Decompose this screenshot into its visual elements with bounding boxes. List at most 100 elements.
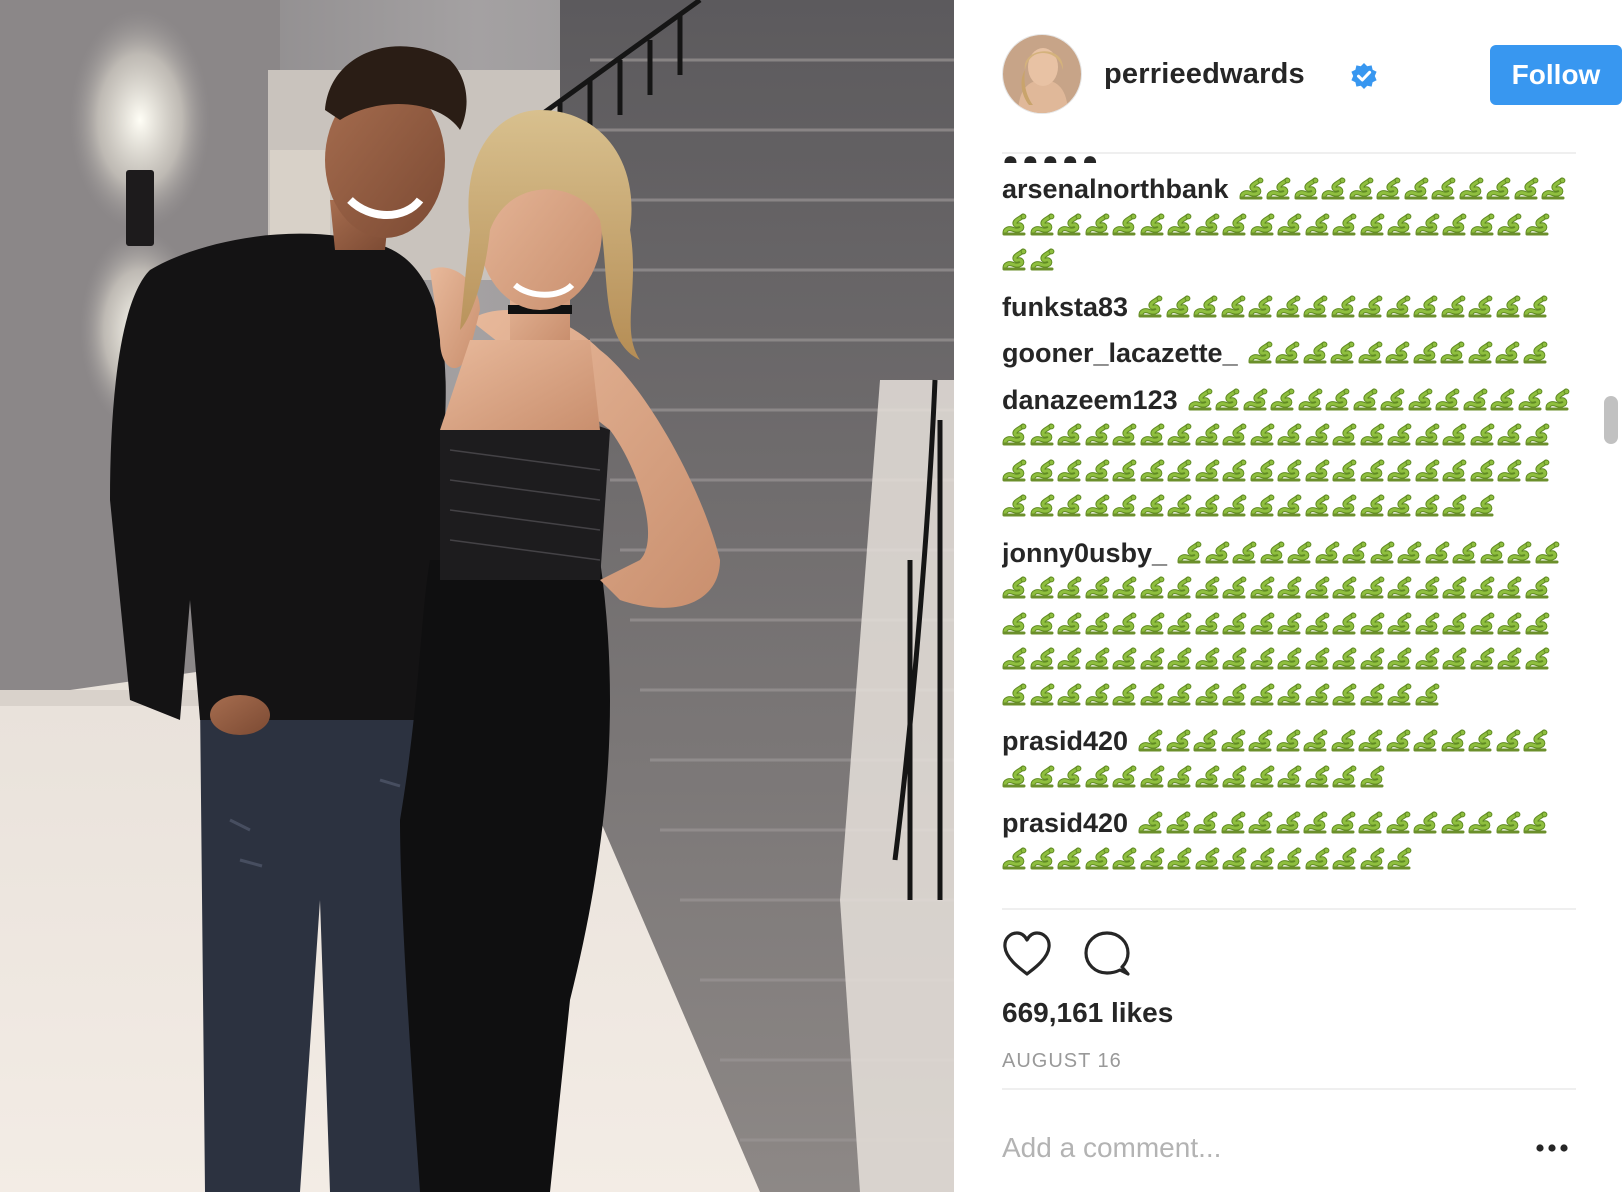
snake-emoji-icon (1167, 681, 1194, 705)
snake-emoji-icon (1468, 727, 1495, 752)
comments-scrollbar[interactable] (1604, 396, 1618, 444)
comment-username[interactable]: prasid420 (1002, 808, 1128, 838)
add-comment-input[interactable] (1002, 1128, 1482, 1168)
comment-item: prasid420 (1002, 724, 1576, 795)
snake-emoji-icon (1030, 211, 1057, 235)
post-photo-image (0, 0, 954, 1192)
snake-emoji-icon (1525, 457, 1552, 481)
more-options-icon[interactable] (1532, 1136, 1572, 1160)
snake-emoji-icon (1085, 610, 1112, 634)
snake-emoji-icon (1415, 421, 1442, 446)
post-date[interactable]: AUGUST 16 (1002, 1050, 1122, 1073)
snake-emoji-icon (1002, 211, 1029, 235)
snake-emoji-icon (1303, 727, 1330, 752)
snake-emoji-icon (1112, 574, 1139, 599)
snake-emoji-icon (1332, 211, 1359, 235)
snake-emoji-icon (1085, 681, 1112, 705)
snake-emoji-icon (1002, 845, 1029, 869)
comment-items: arsenalnorthbank funksta83 gooner_lacazett… (1002, 172, 1576, 877)
snake-emoji-icon (1525, 574, 1552, 599)
snake-emoji-icon (1387, 645, 1414, 670)
snake-emoji-icon (1250, 845, 1277, 869)
snake-emoji-icon (1275, 339, 1302, 364)
snake-emoji-icon (1497, 421, 1524, 446)
snake-emoji-icon (1167, 645, 1194, 670)
snake-emoji-icon (1331, 727, 1358, 752)
snake-emoji-icon (1386, 809, 1413, 834)
snake-emoji-icon (1305, 457, 1332, 481)
snake-emoji-icon (1140, 610, 1167, 634)
snake-emoji-icon (1140, 574, 1167, 599)
snake-emoji-icon (1057, 763, 1084, 787)
snake-emoji-icon (1525, 645, 1552, 670)
snake-emoji-icon (1266, 175, 1293, 200)
comment-item: funksta83 (1002, 290, 1576, 326)
comment-username[interactable]: arsenalnorthbank (1002, 174, 1229, 204)
snake-emoji-icon (1112, 681, 1139, 705)
username-link[interactable]: perrieedwards (1104, 58, 1305, 91)
snake-emoji-icon (1525, 610, 1552, 634)
snake-emoji-icon (1277, 421, 1304, 446)
snake-emoji-icon (1277, 574, 1304, 599)
snake-emoji-icon (1002, 421, 1029, 446)
snake-emoji-icon (1193, 727, 1220, 752)
snake-emoji-icon (1480, 539, 1507, 563)
snake-emoji-icon (1413, 339, 1440, 364)
comment-username[interactable]: gooner_lacazette_ (1002, 338, 1238, 368)
snake-emoji-icon (1331, 809, 1358, 834)
snake-emoji-icon (1332, 421, 1359, 446)
snake-emoji-icon (1140, 457, 1167, 481)
snake-emoji-icon (1167, 492, 1194, 517)
comment-text (1138, 292, 1551, 322)
heart-icon[interactable] (1002, 930, 1052, 978)
snake-emoji-icon (1057, 645, 1084, 670)
comment-username[interactable]: prasid420 (1002, 726, 1128, 756)
snake-emoji-icon (1442, 574, 1469, 599)
snake-emoji-icon (1435, 386, 1462, 410)
snake-emoji-icon (1030, 645, 1057, 670)
snake-emoji-icon (1221, 727, 1248, 752)
snake-emoji-icon (1470, 492, 1497, 517)
snake-emoji-icon (1277, 492, 1304, 517)
snake-emoji-icon (1248, 727, 1275, 752)
comment-username[interactable]: funksta83 (1002, 292, 1128, 322)
comment-username[interactable]: danazeem123 (1002, 385, 1178, 415)
avatar[interactable] (1002, 34, 1082, 114)
snake-emoji-icon (1470, 574, 1497, 599)
comments-list[interactable]: ●●●●● arsenalnorthbank funksta83 gooner_la… (1002, 155, 1576, 907)
snake-emoji-icon (1303, 809, 1330, 834)
snake-emoji-icon (1248, 809, 1275, 834)
snake-emoji-icon (1222, 211, 1249, 235)
clipped-comment-row: ●●●●● (1002, 155, 1576, 163)
snake-emoji-icon (1305, 845, 1332, 869)
snake-emoji-icon (1140, 763, 1167, 787)
snake-emoji-icon (1360, 645, 1387, 670)
snake-emoji-icon (1442, 645, 1469, 670)
snake-emoji-icon (1276, 809, 1303, 834)
snake-emoji-icon (1507, 539, 1534, 563)
snake-emoji-icon (1167, 457, 1194, 481)
snake-emoji-icon (1250, 645, 1277, 670)
snake-emoji-icon (1330, 339, 1357, 364)
snake-emoji-icon (1442, 492, 1469, 517)
snake-emoji-icon (1195, 845, 1222, 869)
snake-emoji-icon (1463, 386, 1490, 410)
comment-username[interactable]: jonny0usby_ (1002, 538, 1167, 568)
snake-emoji-icon (1468, 293, 1495, 317)
snake-emoji-icon (1002, 457, 1029, 481)
snake-emoji-icon (1112, 610, 1139, 634)
comment-item: gooner_lacazette_ (1002, 336, 1576, 372)
follow-button[interactable]: Follow (1490, 45, 1622, 105)
snake-emoji-icon (1193, 293, 1220, 317)
snake-emoji-icon (1415, 645, 1442, 670)
snake-emoji-icon (1030, 845, 1057, 869)
snake-emoji-icon (1167, 211, 1194, 235)
snake-emoji-icon (1415, 681, 1442, 705)
snake-emoji-icon (1370, 539, 1397, 563)
likes-count[interactable]: 669,161 likes (1002, 997, 1173, 1029)
comment-item: arsenalnorthbank (1002, 172, 1576, 279)
snake-emoji-icon (1442, 457, 1469, 481)
post-photo[interactable] (0, 0, 954, 1192)
snake-emoji-icon (1243, 386, 1270, 410)
comment-bubble-icon[interactable] (1082, 930, 1132, 978)
